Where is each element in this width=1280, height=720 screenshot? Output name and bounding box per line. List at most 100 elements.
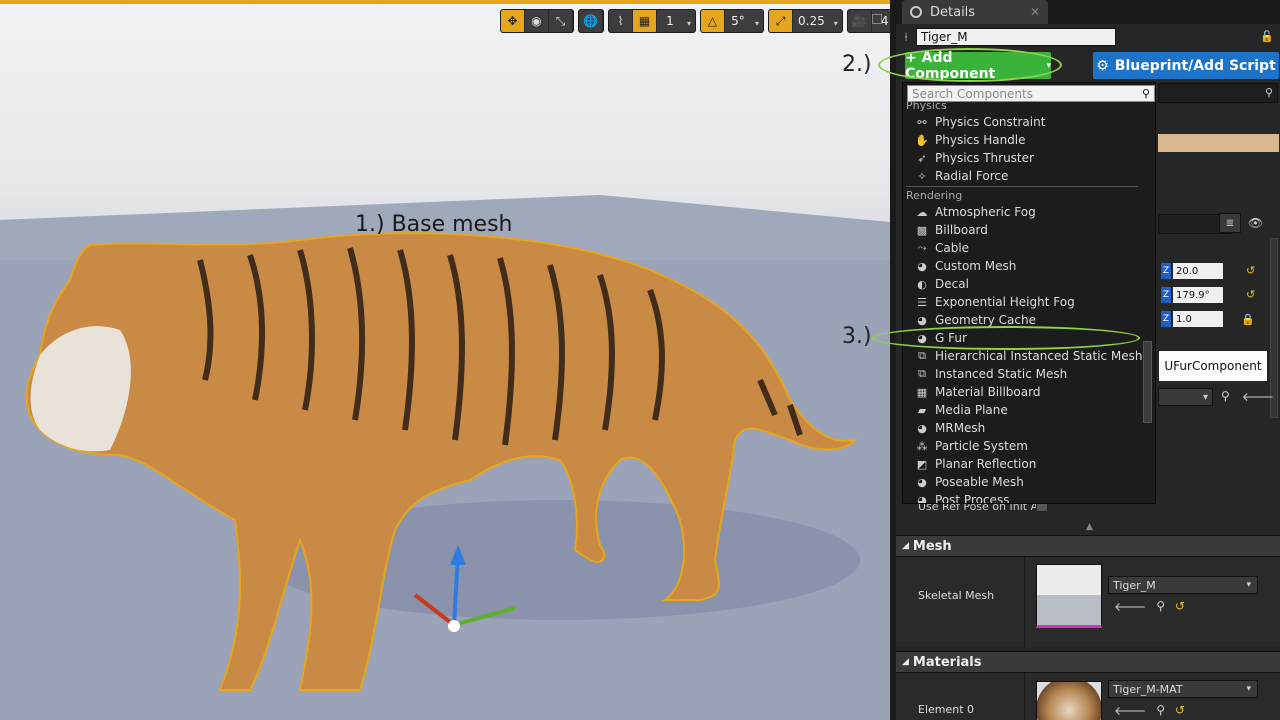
menu-item-poseable-mesh[interactable]: ◕ Poseable Mesh (915, 473, 1024, 491)
materials-header[interactable]: ◢ Materials (896, 651, 1280, 673)
menu-item-media-plane[interactable]: ▰ Media Plane (915, 401, 1008, 419)
skeletal-mesh-dropdown[interactable]: Tiger_M ▾ (1108, 576, 1258, 594)
details-tab-label: Details (930, 4, 976, 20)
grid-snap-icon[interactable]: ▦ (633, 10, 657, 32)
search-icon[interactable]: ⚲ (1156, 703, 1165, 718)
cable-icon: ⤳ (917, 241, 927, 254)
menu-item-physics-handle[interactable]: ✋ Physics Handle (915, 131, 1025, 149)
chevron-down-icon: ▾ (1246, 684, 1251, 694)
annotation-step1: 1.) Base mesh (355, 212, 513, 237)
actor-name-field[interactable]: Tiger_M (916, 28, 1116, 46)
menu-item-particle-system[interactable]: ⁂ Particle System (915, 437, 1028, 455)
menu-item-geometry-cache[interactable]: ◕ Geometry Cache (915, 311, 1036, 329)
lock-icon[interactable]: 🔓 (1260, 30, 1274, 43)
maximize-viewport-icon[interactable] (872, 14, 882, 24)
eye-icon[interactable]: 👁 (1248, 216, 1263, 230)
search-icon[interactable]: ⚲ (1156, 599, 1165, 614)
mesh-header[interactable]: ◢ Mesh (896, 535, 1280, 557)
arrow-left-icon[interactable]: 🡐 (1114, 703, 1146, 718)
location-z-field[interactable]: 20.0 (1173, 263, 1223, 279)
mesh-sphere-icon: ◕ (917, 493, 927, 504)
chevron-down-icon[interactable]: ▾ (683, 10, 695, 32)
materials-header-label: Materials (912, 654, 982, 670)
surface-snap-icon[interactable]: ⌇ (609, 10, 633, 32)
grid-snap-group: ⌇ ▦ 1 ▾ (608, 9, 696, 33)
grid-snap-value[interactable]: 1 (657, 10, 683, 32)
reset-icon[interactable]: ↺ (1175, 703, 1185, 718)
add-component-button[interactable]: + Add Component ▾ (905, 49, 1051, 82)
scale-z-field[interactable]: 1.0 (1173, 311, 1223, 327)
mesh-sphere-icon: ◕ (917, 475, 927, 489)
material-dropdown[interactable]: Tiger_M-MAT ▾ (1108, 680, 1258, 698)
menu-item-billboard[interactable]: ▩ Billboard (915, 221, 988, 239)
reset-icon[interactable]: ↺ (1175, 599, 1185, 614)
scale-snap-value[interactable]: 0.25 (793, 10, 830, 32)
blueprint-add-script-button[interactable]: ⚙ Blueprint/Add Script (1093, 52, 1279, 79)
rotation-z-field[interactable]: 179.9° (1173, 287, 1223, 303)
hidden-dropdown[interactable]: ▾ (1158, 388, 1213, 406)
add-component-label: + Add Component (905, 49, 996, 82)
scale-snap-icon[interactable]: ⤢ (769, 10, 793, 32)
particle-icon: ⁂ (916, 439, 928, 453)
menu-item-label: Radial Force (935, 169, 1009, 183)
reset-icon[interactable]: ↺ (1246, 288, 1255, 301)
menu-item-hierarchical-instanced-static-mesh[interactable]: ⧉ Hierarchical Instanced Static Mesh (915, 347, 1143, 365)
menu-item-physics-constraint[interactable]: ⚯ Physics Constraint (915, 113, 1045, 131)
menu-item-material-billboard[interactable]: ▦ Material Billboard (915, 383, 1041, 401)
arrow-left-icon[interactable]: 🡐 (1242, 389, 1274, 404)
height-fog-icon: ☰ (917, 295, 927, 309)
menu-item-planar-reflection[interactable]: ◩ Planar Reflection (915, 455, 1037, 473)
world-space-icon[interactable]: 🌐 (579, 10, 603, 32)
menu-item-mrmesh[interactable]: ◕ MRMesh (915, 419, 985, 437)
chevron-down-icon[interactable]: ▾ (830, 10, 842, 32)
viewport-scene (0, 195, 890, 720)
menu-scrollbar[interactable] (1143, 341, 1152, 423)
level-viewport[interactable]: ✥ ◉ ⤡ 🌐 ⌇ ▦ 1 ▾ △ 5° ▾ ⤢ 0.25 ▾ 🎥 4 1.) … (0, 0, 890, 720)
menu-item-custom-mesh[interactable]: ◕ Custom Mesh (915, 257, 1016, 275)
instanced-mesh-icon: ⧉ (918, 367, 926, 380)
splitter-handle[interactable]: ▲ (896, 520, 1280, 534)
reset-icon[interactable]: ↺ (1246, 264, 1255, 277)
category-rendering: Rendering (906, 189, 963, 202)
menu-item-label: Poseable Mesh (935, 475, 1024, 489)
location-z-row: Z 20.0 (1161, 262, 1223, 280)
menu-item-label: Geometry Cache (935, 313, 1036, 327)
menu-item-physics-thruster[interactable]: ➶ Physics Thruster (915, 149, 1034, 167)
menu-item-label: Physics Constraint (935, 115, 1046, 129)
physics-thruster-icon: ➶ (917, 151, 927, 165)
skeletal-mesh-value: Tiger_M (1113, 578, 1156, 592)
view-options-icon[interactable]: ≣ (1219, 213, 1241, 233)
menu-item-radial-force[interactable]: ✧ Radial Force (915, 167, 1008, 185)
components-search-input[interactable]: ⚲ (1158, 83, 1278, 103)
lock-icon[interactable]: 🔒 (1241, 313, 1255, 326)
chevron-down-icon[interactable]: ▾ (751, 10, 763, 32)
move-tool-icon[interactable]: ✥ (501, 10, 525, 32)
instanced-mesh-icon: ⧉ (918, 349, 926, 362)
close-icon[interactable]: ✕ (1030, 5, 1040, 19)
menu-item-post-process[interactable]: ◕ Post Process (915, 491, 1009, 504)
search-icon[interactable]: ⚲ (1221, 389, 1230, 404)
blueprint-icon: ⚙ (1096, 57, 1109, 74)
skeletal-mesh-thumbnail[interactable] (1036, 564, 1102, 628)
details-tab[interactable]: Details ✕ (902, 0, 1048, 24)
menu-item-label: Hierarchical Instanced Static Mesh (935, 349, 1143, 363)
menu-item-label: Custom Mesh (935, 259, 1017, 273)
menu-item-g-fur[interactable]: ◕ G Fur (915, 329, 967, 347)
menu-item-exponential-height-fog[interactable]: ☰ Exponential Height Fog (915, 293, 1075, 311)
rotation-snap-icon[interactable]: △ (701, 10, 725, 32)
material-thumbnail[interactable] (1036, 681, 1102, 720)
arrow-left-icon[interactable]: 🡐 (1114, 599, 1146, 614)
component-buttons: + Add Component ▾ ⚙ Blueprint/Add Script (896, 49, 1280, 82)
category-divider (906, 186, 1138, 187)
selected-component-row[interactable] (1158, 134, 1279, 152)
camera-speed-icon[interactable]: 🎥 (848, 10, 872, 32)
rotation-snap-value[interactable]: 5° (725, 10, 751, 32)
menu-item-atmospheric-fog[interactable]: ☁ Atmospheric Fog (915, 203, 1036, 221)
material-value: Tiger_M-MAT (1113, 682, 1183, 696)
scale-tool-icon[interactable]: ⤡ (549, 10, 573, 32)
menu-item-decal[interactable]: ◐ Decal (915, 275, 969, 293)
checker-icon: ▦ (916, 385, 928, 399)
menu-item-cable[interactable]: ⤳ Cable (915, 239, 969, 257)
menu-item-instanced-static-mesh[interactable]: ⧉ Instanced Static Mesh (915, 365, 1067, 383)
rotate-tool-icon[interactable]: ◉ (525, 10, 549, 32)
